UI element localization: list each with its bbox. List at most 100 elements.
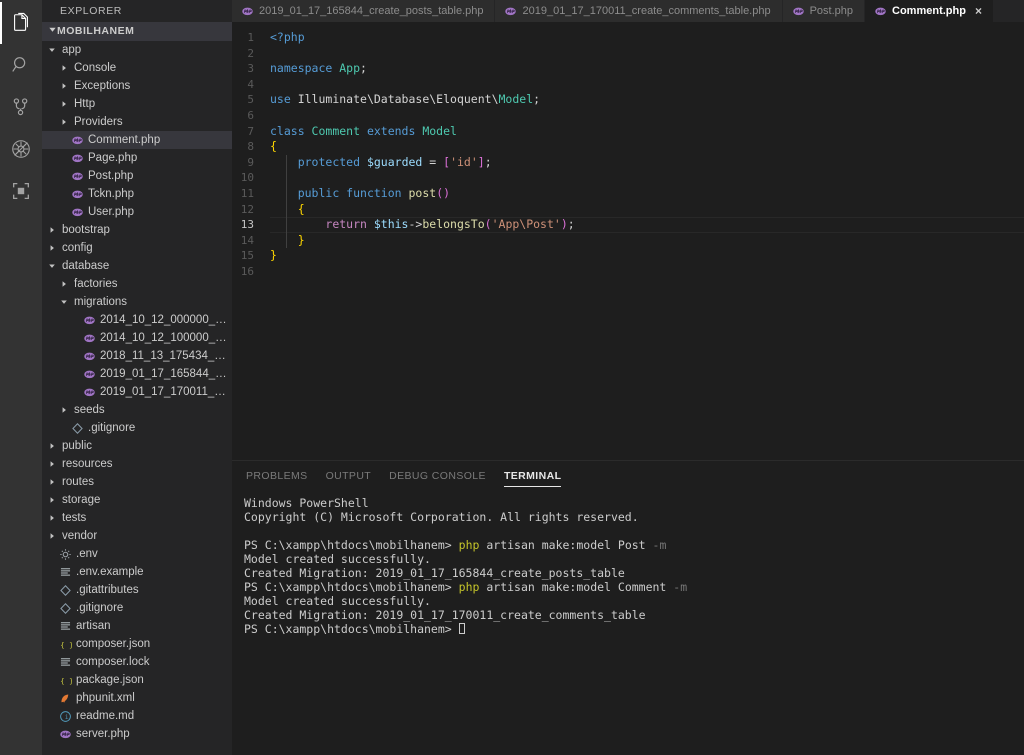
tree-folder-row[interactable]: Exceptions xyxy=(42,77,232,95)
tree-file-row[interactable]: User.php xyxy=(42,203,232,221)
tree-item-label: Post.php xyxy=(88,170,134,182)
tree-file-row[interactable]: 2014_10_12_000000_create_... xyxy=(42,311,232,329)
panel-tab[interactable]: OUTPUT xyxy=(326,461,372,490)
explorer-root-folder[interactable]: MOBILHANEM xyxy=(42,22,232,41)
php-icon xyxy=(70,188,85,201)
activity-item-debug[interactable] xyxy=(0,128,42,170)
terminal-line: Copyright (C) Microsoft Corporation. All… xyxy=(244,510,639,524)
tree-folder-row[interactable]: resources xyxy=(42,455,232,473)
tree-file-row[interactable]: Post.php xyxy=(42,167,232,185)
terminal-output[interactable]: Windows PowerShell Copyright (C) Microsof… xyxy=(232,490,1024,755)
close-icon[interactable]: × xyxy=(975,5,982,17)
activity-item-explorer[interactable] xyxy=(0,2,42,44)
tree-file-row[interactable]: 2014_10_12_100000_create_... xyxy=(42,329,232,347)
tree-folder-row[interactable]: app xyxy=(42,41,232,59)
line-number: 1 xyxy=(247,31,254,44)
tree-file-row[interactable]: .env xyxy=(42,545,232,563)
json-icon: { } xyxy=(58,674,73,687)
code-line: 8{ xyxy=(232,139,1024,155)
editor-tab-label: Post.php xyxy=(809,5,854,17)
tree-file-row[interactable]: composer.lock xyxy=(42,653,232,671)
tree-file-row[interactable]: server.php xyxy=(42,725,232,743)
tree-file-row[interactable]: 2019_01_17_165844_create_... xyxy=(42,365,232,383)
tree-file-row[interactable]: artisan xyxy=(42,617,232,635)
tree-file-row[interactable]: i readme.md xyxy=(42,707,232,725)
line-number: 9 xyxy=(247,155,254,169)
tree-item-label: routes xyxy=(62,476,94,488)
chevron-down-icon xyxy=(48,22,57,41)
tree-file-row[interactable]: .gitattributes xyxy=(42,581,232,599)
editor-tab[interactable]: 2019_01_17_170011_create_comments_table.… xyxy=(495,0,783,22)
tree-file-row[interactable]: Tckn.php xyxy=(42,185,232,203)
code-line: 16 xyxy=(232,264,1024,280)
tree-item-label: package.json xyxy=(76,674,144,686)
code-text: class Comment extends Model xyxy=(270,123,457,138)
tree-item-label: tests xyxy=(62,512,87,524)
tree-file-row[interactable]: .gitignore xyxy=(42,599,232,617)
terminal-cursor xyxy=(458,623,465,634)
tree-folder-row[interactable]: vendor xyxy=(42,527,232,545)
tree-item-label: readme.md xyxy=(76,710,135,722)
tree-file-row[interactable]: 2019_01_17_170011_create_... xyxy=(42,383,232,401)
search-icon xyxy=(10,54,32,76)
editor-tab[interactable]: Comment.php × xyxy=(865,0,994,22)
code-text: protected $guarded = ['id']; xyxy=(297,154,492,169)
tree-file-row[interactable]: 2018_11_13_175434_create_... xyxy=(42,347,232,365)
tree-file-row[interactable]: .gitignore xyxy=(42,419,232,437)
line-number: 5 xyxy=(247,93,254,107)
tree-file-row[interactable]: Page.php xyxy=(42,149,232,167)
php-icon xyxy=(70,134,85,147)
tree-file-row[interactable]: phpunit.xml xyxy=(42,689,232,707)
code-line: 1 <?php xyxy=(232,30,1024,46)
tree-folder-row[interactable]: routes xyxy=(42,473,232,491)
code-text: use Illuminate\Database\Eloquent\Model; xyxy=(270,92,541,107)
indent-guide xyxy=(286,154,287,171)
panel-tab[interactable]: DEBUG CONSOLE xyxy=(389,461,486,490)
tree-folder-row[interactable]: migrations xyxy=(42,293,232,311)
code-text: } xyxy=(270,248,277,263)
tree-folder-row[interactable]: bootstrap xyxy=(42,221,232,239)
tree-file-row[interactable]: { } package.json xyxy=(42,671,232,689)
gear-icon xyxy=(58,548,73,561)
activity-item-source-control[interactable] xyxy=(0,86,42,128)
chevron-right-icon xyxy=(46,514,58,522)
tree-folder-row[interactable]: public xyxy=(42,437,232,455)
editor-tab[interactable]: 2019_01_17_165844_create_posts_table.php xyxy=(232,0,496,22)
php-icon xyxy=(82,350,97,363)
tree-item-label: bootstrap xyxy=(62,224,110,236)
editor-tab[interactable]: Post.php xyxy=(782,0,866,22)
code-editor[interactable]: 1 <?php 2 3 namespace App; 4 5 use Illuminate\D… xyxy=(232,22,1024,460)
line-number: 13 xyxy=(240,218,254,232)
activity-bar xyxy=(0,0,42,755)
tree-folder-row[interactable]: seeds xyxy=(42,401,232,419)
tree-folder-row[interactable]: database xyxy=(42,257,232,275)
chevron-right-icon xyxy=(46,478,58,486)
tree-folder-row[interactable]: Console xyxy=(42,59,232,77)
activity-item-extensions[interactable] xyxy=(0,170,42,212)
tree-folder-row[interactable]: factories xyxy=(42,275,232,293)
panel-tab[interactable]: PROBLEMS xyxy=(246,461,308,490)
svg-text:{ }: { } xyxy=(60,640,72,649)
tree-file-row[interactable]: { } composer.json xyxy=(42,635,232,653)
code-line: 10 xyxy=(232,170,1024,186)
tree-item-label: 2014_10_12_100000_create_... xyxy=(100,332,228,344)
tree-folder-row[interactable]: Http xyxy=(42,95,232,113)
bottom-panel: PROBLEMS OUTPUT DEBUG CONSOLE TERMINAL Wind… xyxy=(232,460,1024,755)
tree-folder-row[interactable]: storage xyxy=(42,491,232,509)
file-tree: app Console Exceptions Http Providers Comment… xyxy=(42,41,232,755)
tree-file-row[interactable]: Comment.php xyxy=(42,131,232,149)
tree-item-label: Providers xyxy=(74,116,123,128)
tree-folder-row[interactable]: Providers xyxy=(42,113,232,131)
tree-folder-row[interactable]: config xyxy=(42,239,232,257)
tree-item-label: Tckn.php xyxy=(88,188,135,200)
code-line: 3 namespace App; xyxy=(232,61,1024,77)
tree-folder-row[interactable]: tests xyxy=(42,509,232,527)
panel-tab[interactable]: TERMINAL xyxy=(503,461,562,490)
activity-item-search[interactable] xyxy=(0,44,42,86)
tree-item-label: .env xyxy=(76,548,98,560)
line-number: 4 xyxy=(247,77,254,91)
tree-item-label: User.php xyxy=(88,206,135,218)
chevron-down-icon xyxy=(58,298,70,306)
tree-file-row[interactable]: .env.example xyxy=(42,563,232,581)
